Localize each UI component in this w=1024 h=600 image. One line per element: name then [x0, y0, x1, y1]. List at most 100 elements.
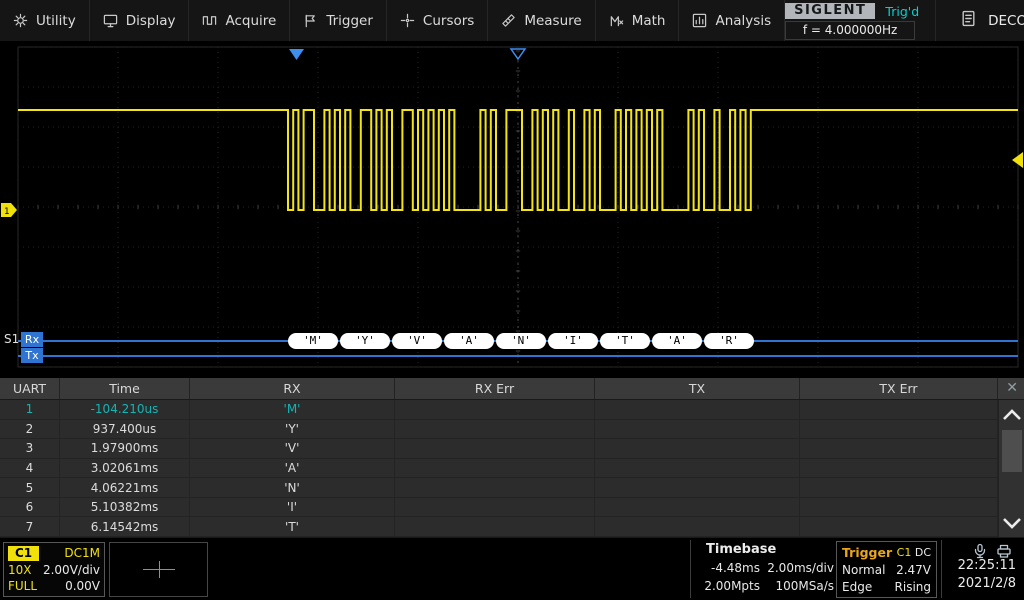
menu-item-label: Display [126, 13, 176, 29]
table-cell [395, 478, 595, 497]
channel1-coupling: DC1M [64, 546, 100, 560]
timebase-delay: -4.48ms [698, 561, 760, 575]
close-icon[interactable]: ✕ [1006, 380, 1018, 396]
menu-item-math[interactable]: Math [596, 0, 680, 41]
table-cell: -104.210us [60, 400, 190, 419]
channel1-probe: 10X [8, 563, 32, 577]
table-cell: 6.14542ms [60, 517, 190, 536]
trigger-delay-marker[interactable] [289, 49, 304, 60]
menu-item-label: Utility [36, 13, 76, 29]
table-cell [595, 498, 800, 517]
decode-bubble: 'T' [600, 333, 650, 349]
channel1-bandwidth: FULL [8, 579, 37, 593]
decode-bubble: 'A' [444, 333, 494, 349]
document-icon [960, 10, 977, 27]
table-scrollbar[interactable] [998, 400, 1024, 537]
table-cell: 1.97900ms [60, 439, 190, 458]
trigger-coupling: DC [915, 546, 931, 559]
table-cell [595, 439, 800, 458]
table-cell [395, 420, 595, 439]
table-cell: 937.400us [60, 420, 190, 439]
table-cell [800, 459, 998, 478]
channel1-row1: C1 DC1M [8, 545, 100, 561]
table-row[interactable]: 65.10382ms'I' [0, 498, 1024, 518]
table-cell [595, 400, 800, 419]
table-row[interactable]: 2937.400us'Y' [0, 420, 1024, 440]
waveform-area[interactable]: 1 S1 Rx Tx 'M''Y''V''A''N''I''T''A''R' [0, 42, 1024, 378]
menu-item-label: Analysis [715, 13, 771, 29]
trigger-type: Edge [842, 580, 872, 594]
channel1-row2: 10X 2.00V/div [8, 562, 100, 578]
menu-item-measure[interactable]: Measure [488, 0, 595, 41]
menu-item-display[interactable]: Display [90, 0, 190, 41]
table-row[interactable]: 54.06221ms'N' [0, 478, 1024, 498]
empty-descriptor-box[interactable] [109, 542, 208, 597]
table-row[interactable]: 43.02061ms'A' [0, 459, 1024, 479]
menu-item-analysis[interactable]: Analysis [679, 0, 785, 41]
table-cell [395, 439, 595, 458]
table-row[interactable]: 1-104.210us'M' [0, 400, 1024, 420]
trigger-source: C1 [897, 546, 912, 559]
decode-bubble: 'Y' [340, 333, 390, 349]
crosshair-icon-vertical [159, 561, 160, 578]
timebase-panel[interactable]: Timebase -4.48ms 2.00ms/div 2.00Mpts 100… [698, 542, 834, 593]
math-icon [609, 13, 624, 28]
table-cell [395, 517, 595, 536]
decode-bubble: 'R' [704, 333, 754, 349]
channel1-descriptor[interactable]: C1 DC1M 10X 2.00V/div FULL 0.00V [3, 542, 105, 597]
menu-items: Utility Display Acquire Trigger Cursors Measu… [0, 0, 785, 41]
trigger-panel[interactable]: Trigger C1 DC Normal 2.47V Edge Rising [836, 541, 937, 598]
clock-time: 22:25:11 [958, 557, 1016, 575]
table-row[interactable]: 31.97900ms'V' [0, 439, 1024, 459]
column-header-rx-err[interactable]: RX Err [395, 378, 595, 399]
timebase-values: -4.48ms 2.00ms/div 2.00Mpts 100MSa/s [698, 561, 834, 593]
flag-icon [303, 13, 318, 28]
display-icon [103, 13, 118, 28]
decode-menu-button[interactable]: DECODE [935, 0, 1024, 41]
acquire-icon [202, 13, 217, 28]
column-header-tx-err[interactable]: TX Err [800, 378, 998, 399]
menu-item-utility[interactable]: Utility [0, 0, 90, 41]
trigger-title: Trigger [842, 545, 892, 560]
column-header-rx[interactable]: RX [190, 378, 395, 399]
table-cell: 2 [0, 420, 60, 439]
table-cell: 4.06221ms [60, 478, 190, 497]
tx-channel-chip[interactable]: Tx [21, 348, 43, 363]
column-header-tx[interactable]: TX [595, 378, 800, 399]
frequency-counter: f = 4.000000Hz [785, 21, 915, 40]
menu-item-trigger[interactable]: Trigger [290, 0, 387, 41]
table-cell [595, 420, 800, 439]
table-row[interactable]: 76.14542ms'T' [0, 517, 1024, 537]
scroll-down-icon[interactable] [1000, 514, 1024, 532]
measure-icon [501, 13, 516, 28]
table-cell: 'M' [190, 400, 395, 419]
decode-label: DECODE [988, 13, 1024, 29]
gear-icon [13, 13, 28, 28]
decode-bubble: 'I' [548, 333, 598, 349]
statusbar-divider [941, 540, 942, 598]
menu-item-label: Acquire [225, 13, 276, 29]
waveform-svg: 1 [0, 42, 1024, 378]
menu-item-label: Math [632, 13, 666, 29]
menu-item-cursors[interactable]: Cursors [387, 0, 488, 41]
menu-item-label: Cursors [423, 13, 474, 29]
scroll-up-icon[interactable] [1000, 406, 1024, 424]
table-cell [395, 498, 595, 517]
trigger-row1: Trigger C1 DC [842, 544, 931, 560]
column-header-uart[interactable]: UART [0, 378, 60, 399]
table-cell [800, 420, 998, 439]
menu-item-acquire[interactable]: Acquire [189, 0, 290, 41]
table-cell: 'A' [190, 459, 395, 478]
scrollbar-thumb[interactable] [1002, 430, 1022, 472]
rx-channel-chip[interactable]: Rx [21, 332, 43, 347]
table-cell [595, 459, 800, 478]
table-cell [800, 439, 998, 458]
table-cell [800, 517, 998, 536]
table-cell [395, 400, 595, 419]
table-cell: 5.10382ms [60, 498, 190, 517]
table-cell: 'I' [190, 498, 395, 517]
table-cell: 4 [0, 459, 60, 478]
channel1-badge: C1 [8, 546, 39, 561]
decode-bubble: 'V' [392, 333, 442, 349]
column-header-time[interactable]: Time [60, 378, 190, 399]
